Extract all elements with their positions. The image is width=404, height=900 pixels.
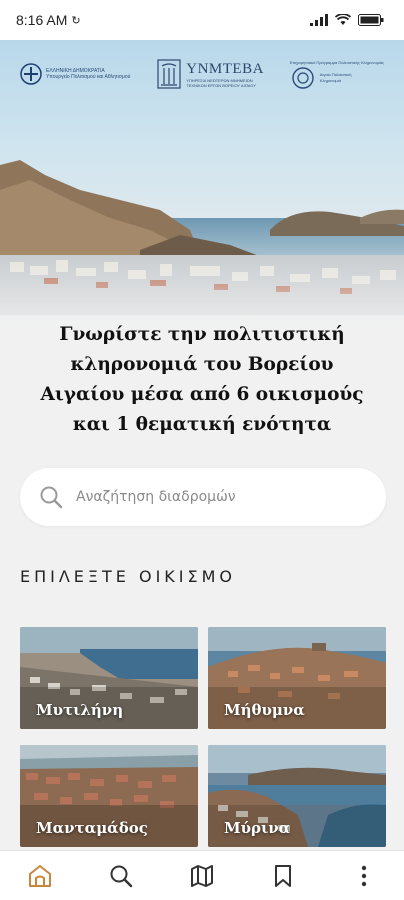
heritage-logo-line1: Επιχειρησιακό Πρόγραμμα Πολιτιστικής Κλη… [289, 59, 384, 65]
battery-icon [358, 14, 384, 26]
status-time: 8:16 AM [16, 12, 68, 28]
nav-map[interactable] [182, 856, 222, 896]
search-icon [40, 486, 63, 509]
bookmark-icon [274, 864, 291, 887]
ministry-logo: ΕΛΛΗΝΙΚΗ ΔΗΜΟΚΡΑΤΙΑ Υπουργείο Πολιτισμού… [20, 63, 130, 85]
status-bar: 8:16 AM ↻ [0, 0, 404, 40]
settlement-name: Μύρινα [224, 819, 291, 837]
greek-emblem-icon [20, 63, 42, 85]
ynmteva-logo: ΥΝΜΤΕΒΑ ΥΠΗΡΕΣΙΑ ΝΕΩΤΕΡΩΝ ΜΝΗΜΕΙΩΝ ΤΕΧΝΙ… [156, 58, 264, 90]
heritage-logo-line2: Αιγαίο Πολιτιστική Κληρονομιά [319, 71, 352, 83]
ministry-logo-line2: Υπουργείο Πολιτισμού και Αθλητισμού [46, 74, 131, 80]
column-emblem-icon [157, 59, 181, 89]
settlement-name: Μανταμάδος [36, 819, 148, 837]
settlement-name: Μήθυμνα [224, 701, 305, 719]
ynmteva-sub2: ΤΕΧΝΙΚΩΝ ΕΡΓΩΝ ΒΟΡΕΙΟΥ ΑΙΓΑΙΟΥ [186, 82, 256, 88]
signal-icon [310, 14, 328, 26]
nav-bookmarks[interactable] [263, 856, 303, 896]
page-headline: Γνωρίστε την πολιτιστική κληρονομιά του … [40, 324, 364, 435]
nav-more[interactable] [344, 856, 384, 896]
map-icon [190, 864, 213, 887]
hero-banner: ΕΛΛΗΝΙΚΗ ΔΗΜΟΚΡΑΤΙΑ Υπουργείο Πολιτισμού… [0, 40, 404, 340]
search-bar[interactable] [20, 468, 386, 526]
nav-home[interactable] [20, 856, 60, 896]
heritage-program-logo: Επιχειρησιακό Πρόγραμμα Πολιτιστικής Κλη… [290, 60, 384, 89]
ynmteva-sub1: ΥΠΗΡΕΣΙΑ ΝΕΩΤΕΡΩΝ ΜΝΗΜΕΙΩΝ [186, 77, 253, 83]
heritage-emblem-icon [292, 66, 314, 89]
partner-logos: ΕΛΛΗΝΙΚΗ ΔΗΜΟΚΡΑΤΙΑ Υπουργείο Πολιτισμού… [0, 58, 404, 90]
search-icon [110, 865, 133, 887]
search-input[interactable] [76, 489, 356, 505]
sync-icon: ↻ [71, 14, 81, 27]
settlement-card-mantamados[interactable]: Μανταμάδος [20, 745, 198, 847]
more-icon [361, 865, 366, 886]
nav-search[interactable] [101, 856, 141, 896]
home-icon [29, 864, 52, 887]
section-title: ΕΠΙΛΕΞΤΕ ΟΙΚΙΣΜΟ [20, 567, 237, 586]
bottom-navigation [0, 850, 404, 900]
ynmteva-title: ΥΝΜΤΕΒΑ [186, 60, 264, 77]
settlement-card-mithymna[interactable]: Μήθυμνα [208, 627, 386, 729]
settlement-name: Μυτιλήνη [36, 701, 124, 719]
settlement-card-mytilene[interactable]: Μυτιλήνη [20, 627, 198, 729]
wifi-icon [335, 14, 351, 25]
settlement-card-myrina[interactable]: Μύρινα [208, 745, 386, 847]
